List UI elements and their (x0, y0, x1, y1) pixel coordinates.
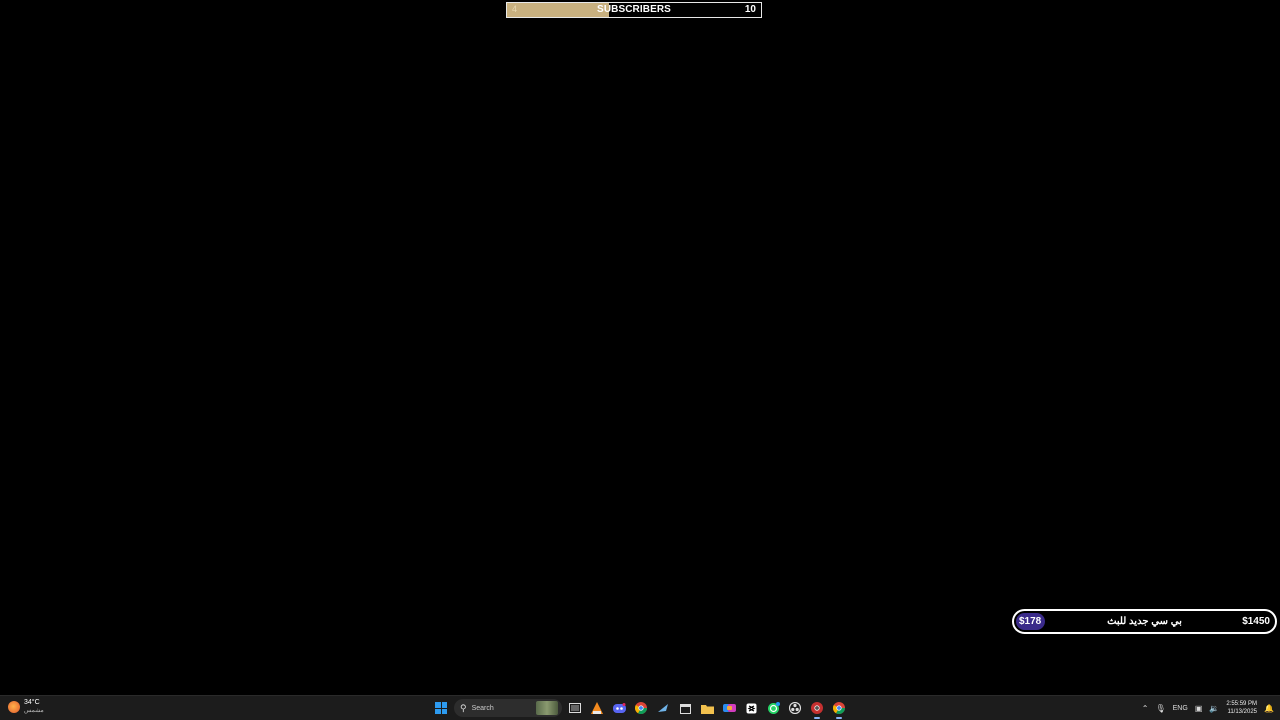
vlc-icon (591, 702, 603, 714)
chrome-icon (635, 702, 647, 714)
app-vlc[interactable] (588, 699, 606, 717)
copilot-icon (722, 704, 736, 712)
language-indicator[interactable]: ENG (1173, 705, 1188, 712)
steam-icon (658, 704, 668, 712)
app-obs[interactable] (786, 699, 804, 717)
windows-logo-icon (435, 702, 447, 714)
obs-icon (789, 702, 801, 714)
network-icon[interactable]: ▣ (1195, 704, 1203, 713)
subscriber-target-count: 10 (744, 4, 756, 15)
chrome-icon (833, 702, 845, 714)
subscriber-goal-bar: 4 SUBSCRIBERS 10 (506, 2, 762, 18)
app-whatsapp[interactable] (764, 699, 782, 717)
app-chrome-active[interactable] (830, 699, 848, 719)
clock-date: 11/13/2025 (1227, 709, 1258, 715)
search-icon: ⚲ (460, 702, 467, 713)
app-calendar[interactable] (676, 699, 694, 717)
chevron-up-icon[interactable]: ⌃ (1142, 704, 1149, 713)
search-highlight-image (536, 701, 558, 715)
weather-temperature: 34°C (24, 699, 40, 706)
app-file-explorer[interactable] (698, 699, 716, 717)
subscriber-goal-label: SUBSCRIBERS (597, 4, 671, 15)
start-button[interactable] (432, 699, 450, 717)
speaker-icon[interactable]: 🔉 (1209, 704, 1219, 713)
app-capcut[interactable] (742, 699, 760, 717)
folder-icon (700, 704, 714, 714)
app-chrome[interactable] (632, 699, 650, 717)
taskbar-apps: ⚲ Search (432, 699, 848, 719)
clock-time: 2:55:59 PM (1226, 701, 1258, 707)
chrome-red-icon (811, 702, 823, 714)
sun-icon (8, 701, 20, 713)
task-view-button[interactable] (566, 699, 584, 717)
discord-icon (612, 702, 626, 713)
system-tray: ⌃ 🎙 ENG ▣ 🔉 2:55:59 PM 11/13/2025 🔔 (1142, 698, 1274, 718)
taskbar: 34°C مشمس ⚲ Search ⌃ 🎙 ENG ▣ 🔉 2:55:59 P… (0, 695, 1280, 720)
app-copilot[interactable] (720, 699, 738, 717)
app-steam[interactable] (654, 699, 672, 717)
weather-widget[interactable]: 34°C مشمس (8, 699, 44, 715)
whatsapp-icon (767, 701, 780, 714)
task-view-icon (569, 703, 581, 713)
capcut-icon (746, 703, 756, 713)
search-placeholder: Search (471, 704, 494, 712)
microphone-icon[interactable]: 🎙 (1155, 704, 1165, 713)
taskbar-clock[interactable]: 2:55:59 PM 11/13/2025 (1226, 700, 1257, 716)
donation-target-amount: $1450 (1242, 616, 1270, 627)
taskbar-search[interactable]: ⚲ Search (454, 699, 562, 717)
notification-bell-icon[interactable]: 🔔 (1264, 704, 1274, 713)
donation-goal-title: بي سي جديد للبث (1107, 616, 1182, 627)
app-discord[interactable] (610, 699, 628, 717)
donation-goal-bar: $178 بي سي جديد للبث $1450 (1012, 609, 1277, 634)
app-chrome-alt[interactable] (808, 699, 826, 719)
weather-condition: مشمس (24, 708, 44, 714)
desktop-screen: 4 SUBSCRIBERS 10 $178 بي سي جديد للبث $1… (0, 0, 1280, 720)
calendar-icon (679, 703, 691, 714)
